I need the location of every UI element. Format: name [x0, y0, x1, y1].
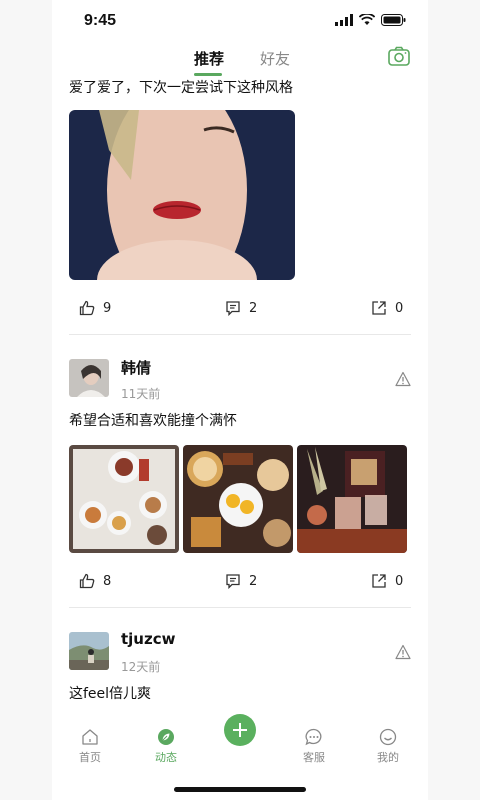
drinks-image	[297, 445, 407, 553]
share-count: 0	[395, 300, 404, 316]
post-image[interactable]	[297, 445, 407, 553]
share-count: 0	[395, 573, 404, 589]
tab-home[interactable]: 首页	[70, 728, 110, 765]
portrait-image	[69, 110, 295, 280]
chat-bubble-icon	[305, 728, 322, 746]
feed: 爱了爱了，下次一定尝试下这种风格 9 2 0 韩倩 11天前 希望合适和喜欢能撞…	[69, 76, 411, 706]
avatar-image	[69, 632, 109, 670]
avatar[interactable]	[69, 632, 109, 670]
post: 爱了爱了，下次一定尝试下这种风格 9 2 0	[69, 76, 411, 335]
status-time: 9:45	[84, 12, 117, 29]
wifi-icon	[359, 14, 375, 25]
share-icon	[372, 574, 386, 588]
comment-count: 2	[249, 573, 258, 589]
top-tabs: 推荐 好友	[52, 44, 428, 76]
post-text: 这feel倍儿爽	[69, 686, 152, 702]
post-image[interactable]	[183, 445, 293, 553]
warning-icon[interactable]	[395, 371, 411, 387]
tab-friends[interactable]: 好友	[260, 48, 290, 69]
post: 韩倩 11天前 希望合适和喜欢能撞个满怀 8 2 0	[69, 359, 411, 608]
tab-service[interactable]: 客服	[294, 728, 334, 765]
thumbs-up-icon	[79, 300, 95, 316]
comment-button[interactable]: 2	[225, 300, 257, 316]
tab-moments-label: 动态	[155, 751, 177, 764]
post-actions: 8 2 0	[69, 561, 411, 601]
post-image-grid	[69, 445, 411, 553]
post-text: 爱了爱了，下次一定尝试下这种风格	[69, 80, 293, 96]
status-bar: 9:45	[52, 0, 428, 44]
post-time: 12天前	[121, 660, 161, 674]
like-count: 8	[103, 573, 112, 589]
leaf-icon	[158, 729, 174, 745]
camera-icon[interactable]	[388, 46, 410, 66]
post-text: 希望合适和喜欢能撞个满怀	[69, 413, 237, 429]
battery-icon	[381, 14, 406, 26]
comment-button[interactable]: 2	[225, 573, 257, 589]
bottom-tab-bar: 首页 动态 客服 我的	[52, 714, 428, 772]
food-table-image	[69, 445, 179, 553]
like-count: 9	[103, 300, 112, 316]
signal-icon	[335, 14, 353, 26]
tab-moments[interactable]: 动态	[146, 728, 186, 765]
tab-home-label: 首页	[79, 751, 101, 764]
comment-icon	[226, 301, 240, 316]
user-name[interactable]: tjuzcw	[121, 630, 175, 648]
post-actions: 9 2 0	[69, 288, 411, 328]
post-image[interactable]	[69, 110, 295, 280]
post: tjuzcw 12天前 这feel倍儿爽	[69, 630, 411, 706]
post-time: 11天前	[121, 387, 161, 401]
divider	[69, 607, 411, 608]
like-button[interactable]: 9	[79, 300, 111, 316]
home-icon	[82, 729, 98, 745]
screen: 9:45 推荐 好友 爱了爱了，下次一定尝试下这种风格 9 2 0 韩倩 11天…	[0, 0, 480, 800]
comment-icon	[226, 574, 240, 589]
share-button[interactable]: 0	[371, 300, 403, 316]
tab-profile-label: 我的	[377, 751, 399, 764]
avatar[interactable]	[69, 359, 109, 397]
share-button[interactable]: 0	[371, 573, 403, 589]
dimsum-image	[183, 445, 293, 553]
share-icon	[372, 301, 386, 315]
post-header: 韩倩 11天前	[69, 359, 411, 405]
post-image[interactable]	[69, 445, 179, 553]
home-indicator	[174, 787, 306, 792]
smile-icon	[379, 728, 397, 746]
status-icons	[335, 14, 406, 26]
tab-service-label: 客服	[303, 751, 325, 764]
user-name[interactable]: 韩倩	[121, 357, 151, 378]
like-button[interactable]: 8	[79, 573, 111, 589]
warning-icon[interactable]	[395, 644, 411, 660]
tab-recommend[interactable]: 推荐	[194, 48, 224, 69]
divider	[69, 334, 411, 335]
comment-count: 2	[249, 300, 258, 316]
add-post-button[interactable]	[224, 714, 256, 746]
post-header: tjuzcw 12天前	[69, 630, 411, 678]
avatar-image	[69, 359, 109, 397]
tab-profile[interactable]: 我的	[368, 728, 408, 765]
thumbs-up-icon	[79, 573, 95, 589]
app-screen: 9:45 推荐 好友 爱了爱了，下次一定尝试下这种风格 9 2 0 韩倩 11天…	[52, 0, 428, 800]
